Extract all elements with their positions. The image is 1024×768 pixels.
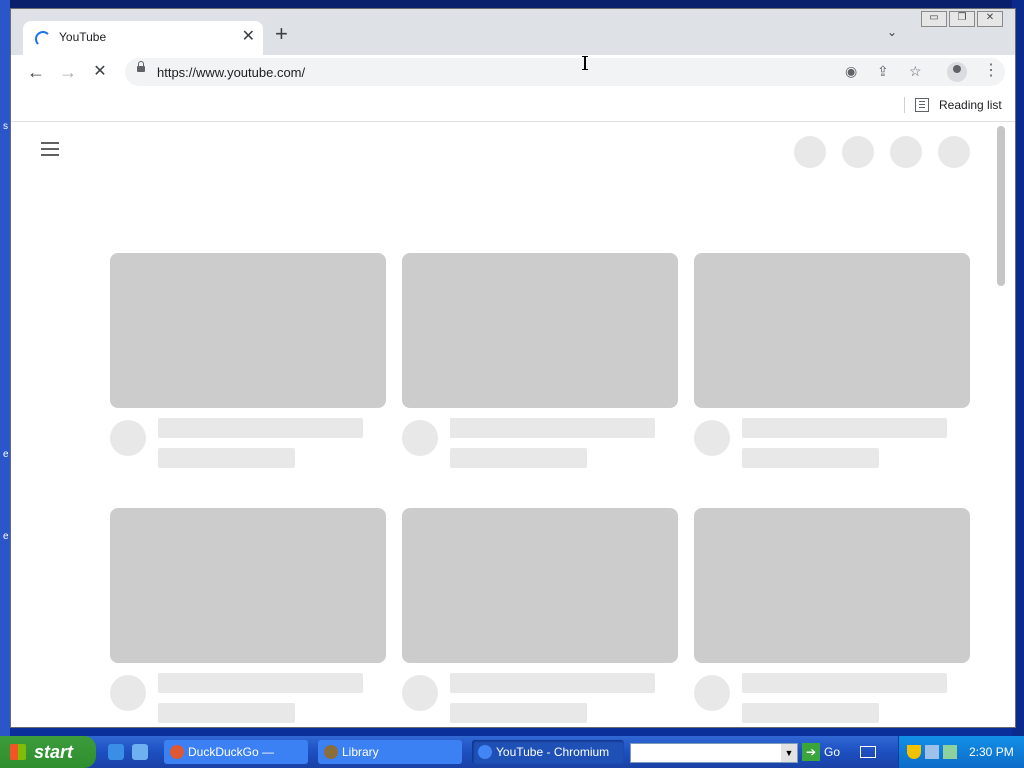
skeleton-video-card — [402, 253, 678, 468]
tab-close-button[interactable]: ✕ — [242, 27, 255, 47]
skeleton-avatar — [110, 675, 146, 711]
back-button[interactable]: ← — [25, 61, 47, 83]
browser-window: YouTube ✕ + ⌄ ▭ ❐ ✕ ← → ✕ https://www.yo… — [10, 8, 1016, 728]
url-text[interactable]: https://www.youtube.com/ — [157, 65, 305, 80]
lock-icon — [137, 61, 145, 72]
screen: s e e YouTube ✕ + ⌄ ▭ ❐ ✕ ← → ✕ https://… — [0, 0, 1024, 768]
taskbar-item-chromium[interactable]: YouTube - Chromium — [472, 740, 624, 764]
taskbar-item-duckduckgo[interactable]: DuckDuckGo — Priva… — [164, 740, 308, 764]
desktop-edge-text: s — [3, 121, 8, 132]
address-bar[interactable]: https://www.youtube.com/ ◉ ⇪ ☆ — [125, 58, 1005, 86]
windows-logo-icon — [10, 744, 26, 760]
minimize-button[interactable]: ▭ — [921, 11, 947, 27]
skeleton-thumbnail — [402, 508, 678, 663]
chromium-icon — [478, 745, 492, 759]
restore-button[interactable]: ❐ — [949, 11, 975, 27]
browser-toolbar: ← → ✕ https://www.youtube.com/ ◉ ⇪ ☆ ⋮ — [11, 55, 1015, 89]
skeleton-title-line — [742, 673, 947, 693]
skeleton-avatar — [402, 675, 438, 711]
skeleton-video-card — [694, 508, 970, 723]
skeleton-thumbnail — [402, 253, 678, 408]
library-icon — [324, 745, 338, 759]
stop-loading-button[interactable]: ✕ — [89, 61, 111, 83]
skeleton-thumbnail — [110, 253, 386, 408]
keyboard-icon[interactable] — [860, 746, 876, 758]
skeleton-title-line — [742, 418, 947, 438]
page-scrollbar[interactable] — [997, 126, 1005, 286]
skeleton-avatar — [402, 420, 438, 456]
skeleton-meta-line — [450, 448, 587, 468]
skeleton-meta-line — [450, 703, 587, 723]
skeleton-title-line — [450, 418, 655, 438]
desktop-top-edge — [0, 0, 1024, 8]
skeleton-thumbnail — [694, 253, 970, 408]
hamburger-menu-icon[interactable] — [41, 142, 61, 156]
bookmarks-bar: Reading list — [11, 89, 1015, 122]
volume-icon[interactable] — [943, 745, 957, 759]
task-label: Library — [342, 745, 379, 759]
tab-youtube[interactable]: YouTube ✕ — [23, 21, 263, 55]
go-arrow-icon[interactable]: ➔ — [802, 743, 820, 761]
browser-menu-button[interactable]: ⋮ — [983, 60, 999, 80]
duckduckgo-icon — [170, 745, 184, 759]
bookmark-star-icon[interactable]: ☆ — [909, 63, 922, 80]
internet-explorer-icon[interactable] — [108, 744, 124, 760]
skeleton-header-circle — [794, 136, 826, 168]
reading-list-button[interactable]: Reading list — [939, 98, 1002, 112]
text-cursor-icon — [582, 56, 588, 70]
skeleton-avatar — [694, 675, 730, 711]
start-label: start — [34, 742, 74, 762]
taskbar-search-input[interactable]: ▼ — [630, 743, 798, 763]
reading-list-icon[interactable] — [915, 98, 929, 112]
tab-search-button[interactable]: ⌄ — [887, 25, 897, 39]
taskbar-item-library[interactable]: Library — [318, 740, 462, 764]
loading-spinner-icon — [35, 31, 51, 47]
skeleton-video-card — [402, 508, 678, 723]
desktop-edge-text: e — [3, 531, 9, 542]
skeleton-thumbnail — [694, 508, 970, 663]
bookmarks-separator — [904, 97, 905, 113]
go-button[interactable]: Go — [824, 745, 840, 759]
skeleton-avatar — [110, 420, 146, 456]
eye-slash-icon[interactable]: ◉ — [845, 63, 857, 80]
close-window-button[interactable]: ✕ — [977, 11, 1003, 27]
skeleton-video-card — [110, 253, 386, 468]
tab-strip: YouTube ✕ + ⌄ ▭ ❐ ✕ — [11, 9, 1015, 55]
desktop-edge-text: e — [3, 449, 9, 460]
skeleton-meta-line — [158, 703, 295, 723]
skeleton-video-card — [110, 508, 386, 723]
skeleton-title-line — [158, 673, 363, 693]
task-label: DuckDuckGo — Priva… — [188, 745, 275, 759]
skeleton-thumbnail — [110, 508, 386, 663]
skeleton-title-line — [450, 673, 655, 693]
skeleton-avatar — [694, 420, 730, 456]
skeleton-header-circle — [890, 136, 922, 168]
security-shield-icon[interactable] — [907, 745, 921, 759]
profile-avatar-icon[interactable] — [947, 62, 967, 82]
page-content — [11, 122, 1015, 727]
chevron-down-icon[interactable]: ▼ — [781, 744, 797, 762]
task-label: YouTube - Chromium — [496, 745, 610, 759]
start-button[interactable]: start — [0, 736, 96, 768]
skeleton-video-card — [694, 253, 970, 468]
system-tray: 2:30 PM — [898, 736, 1024, 768]
new-tab-button[interactable]: + — [275, 23, 288, 45]
window-controls: ▭ ❐ ✕ — [921, 11, 1003, 27]
clock: 2:30 PM — [969, 745, 1014, 759]
forward-button[interactable]: → — [57, 61, 79, 83]
skeleton-meta-line — [158, 448, 295, 468]
skeleton-header-circle — [842, 136, 874, 168]
skeleton-title-line — [158, 418, 363, 438]
taskbar: start DuckDuckGo — Priva… Library YouTub… — [0, 736, 1024, 768]
quick-launch-icon[interactable] — [132, 744, 148, 760]
skeleton-meta-line — [742, 703, 879, 723]
network-icon[interactable] — [925, 745, 939, 759]
skeleton-meta-line — [742, 448, 879, 468]
skeleton-header-circle — [938, 136, 970, 168]
tab-title: YouTube — [59, 30, 107, 44]
share-icon[interactable]: ⇪ — [877, 63, 889, 80]
desktop-left-edge: s e e — [0, 0, 10, 736]
